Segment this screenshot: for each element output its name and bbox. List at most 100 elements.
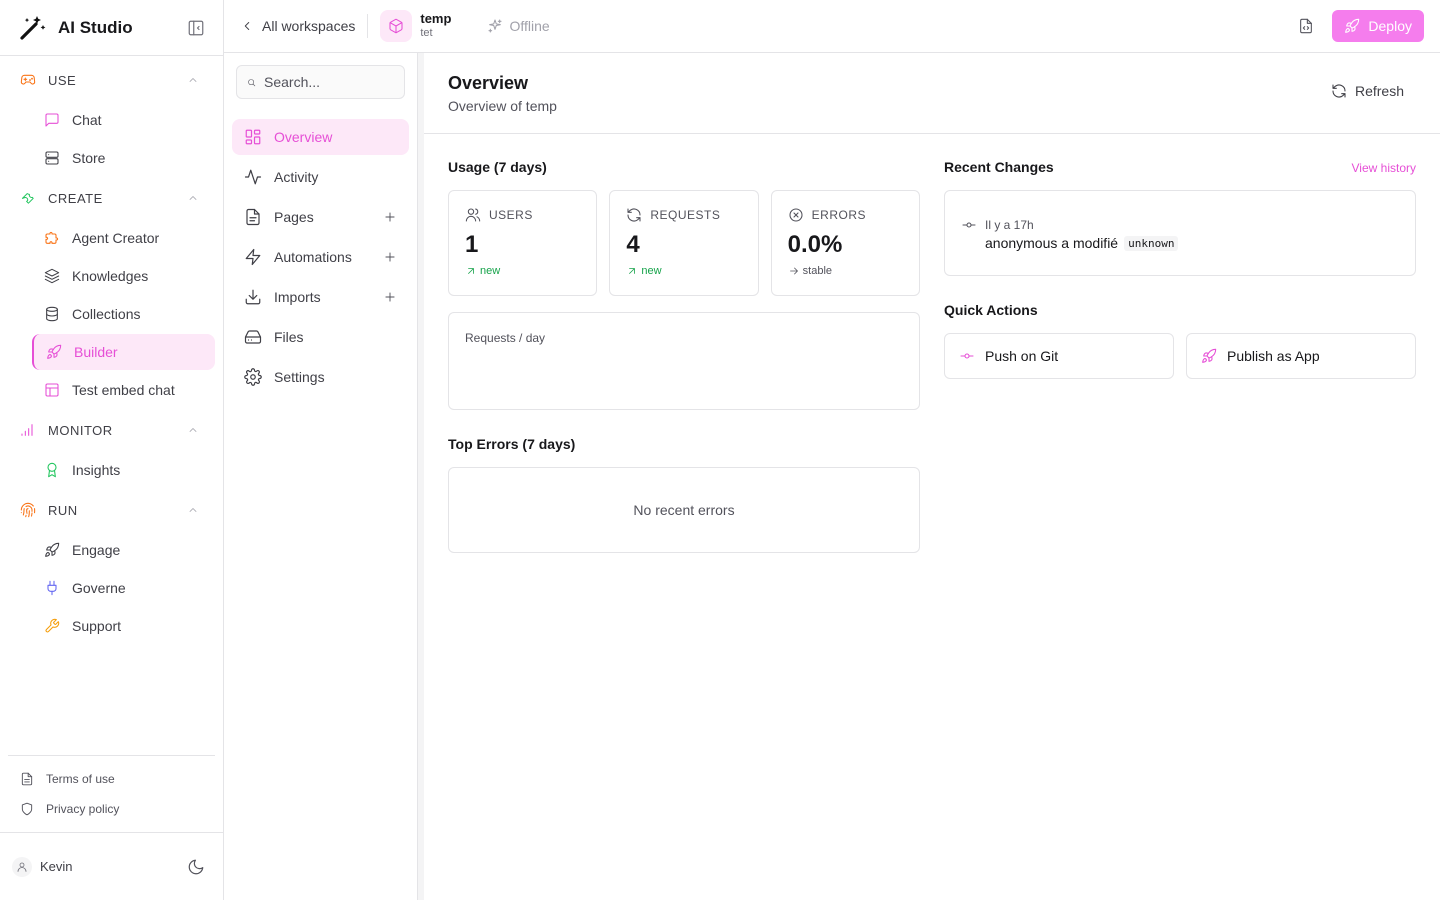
sidebar-item-label: Test embed chat <box>72 382 175 398</box>
user-menu[interactable]: Kevin <box>0 832 223 900</box>
page-header: Overview Overview of temp Refresh <box>424 53 1440 134</box>
chevron-left-icon <box>244 22 250 30</box>
sidebar-nav: USE Chat Store CREATE Agent Creator Know… <box>0 56 223 644</box>
box-icon <box>389 18 403 34</box>
requests-per-day-chart: Requests / day <box>448 312 920 410</box>
status-label: Offline <box>509 18 550 34</box>
section-use[interactable]: USE <box>0 60 223 100</box>
change-author: anonymous <box>985 235 1058 251</box>
publish-as-app-button[interactable]: Publish as App <box>1186 333 1416 379</box>
sidebar-item-label: Collections <box>72 306 141 322</box>
workspace-icon-box <box>380 10 413 42</box>
sidebar-item-chat[interactable]: Chat <box>32 102 215 138</box>
search-box[interactable] <box>236 65 405 99</box>
section-label: MONITOR <box>48 422 113 438</box>
section-label: RUN <box>48 502 78 518</box>
subnav-label: Settings <box>274 369 325 385</box>
stats-row: USERS 1 new REQUESTS 4 new ERRORS 0.0% s… <box>448 190 920 296</box>
change-time: Il y a 17h <box>985 218 1034 232</box>
subnav-item-automations[interactable]: Automations <box>232 239 409 275</box>
search-input[interactable] <box>264 74 394 90</box>
stat-card-errors: ERRORS 0.0% stable <box>770 190 920 296</box>
resize-handle[interactable] <box>417 53 424 900</box>
page-subtitle: Overview of temp <box>448 98 557 114</box>
arrow-up-right-icon <box>629 268 636 274</box>
sidebar-item-collections[interactable]: Collections <box>32 296 215 332</box>
top-errors-card: No recent errors <box>448 467 920 553</box>
layout-icon <box>45 383 59 397</box>
stat-value: 1 <box>465 231 479 258</box>
activity-icon <box>244 169 262 185</box>
sidebar-item-insights[interactable]: Insights <box>32 452 215 488</box>
sidebar-item-engage[interactable]: Engage <box>32 532 215 568</box>
sidebar-item-knowledges[interactable]: Knowledges <box>32 258 215 294</box>
privacy-link[interactable]: Privacy policy <box>8 794 215 824</box>
workspace-subtitle: tet <box>420 27 433 40</box>
file-code-icon <box>1300 18 1313 34</box>
subnav-item-pages[interactable]: Pages <box>232 199 409 235</box>
git-commit-icon <box>962 222 976 228</box>
sidebar-item-support[interactable]: Support <box>32 608 215 644</box>
plus-icon[interactable] <box>383 290 397 304</box>
view-history-link[interactable]: View history <box>1352 161 1416 175</box>
footer-links: Terms of use Privacy policy <box>8 755 215 832</box>
magic-wand-icon <box>20 15 46 40</box>
moon-icon[interactable] <box>187 858 205 876</box>
deploy-label: Deploy <box>1368 18 1412 34</box>
plus-icon[interactable] <box>383 210 397 224</box>
refresh-button[interactable]: Refresh <box>1331 83 1404 99</box>
workspace-name: temp <box>420 11 452 26</box>
sidebar-item-label: Agent Creator <box>72 230 160 246</box>
subnav-item-files[interactable]: Files <box>232 319 409 355</box>
sidebar-collapse-icon[interactable] <box>187 19 205 37</box>
back-to-workspaces-link[interactable]: All workspaces <box>240 18 355 34</box>
section-create[interactable]: CREATE <box>0 178 223 218</box>
plus-icon[interactable] <box>383 250 397 264</box>
page-title: Overview <box>448 73 529 93</box>
avatar <box>12 856 32 877</box>
file-text-icon <box>21 772 33 786</box>
deploy-button[interactable]: Deploy <box>1332 10 1424 42</box>
section-label: USE <box>48 72 77 88</box>
rocket-icon <box>45 542 60 557</box>
section-run[interactable]: RUN <box>0 490 223 530</box>
x-circle-icon <box>789 208 803 222</box>
sidebar-item-test-embed-chat[interactable]: Test embed chat <box>32 372 215 408</box>
sidebar-item-agent-creator[interactable]: Agent Creator <box>32 220 215 256</box>
stat-header: REQUESTS <box>626 207 741 223</box>
back-label: All workspaces <box>262 18 356 34</box>
subnav-item-activity[interactable]: Activity <box>232 159 409 195</box>
sidebar-item-store[interactable]: Store <box>32 140 215 176</box>
quick-action-label: Publish as App <box>1227 348 1320 364</box>
section-monitor[interactable]: MONITOR <box>0 410 223 450</box>
chart-label: Requests / day <box>465 331 546 345</box>
wrench-icon <box>45 618 60 633</box>
stat-value: 0.0% <box>787 231 843 258</box>
main-sidebar: AI Studio USE Chat Store CREATE Agent Cr… <box>0 0 224 900</box>
wrench-icon <box>21 193 34 204</box>
subnav-item-settings[interactable]: Settings <box>232 359 409 395</box>
chevron-up-icon <box>189 428 197 432</box>
stat-header: ERRORS <box>788 207 903 223</box>
stat-value: 4 <box>626 231 640 258</box>
chevron-up-icon <box>189 78 197 82</box>
hard-drive-icon <box>244 330 262 344</box>
subnav-label: Overview <box>274 129 333 145</box>
sidebar-item-label: Knowledges <box>72 268 149 284</box>
subnav-label: Files <box>274 329 304 345</box>
subnav-item-overview[interactable]: Overview <box>232 119 409 155</box>
workspace-info[interactable]: temp tet <box>420 11 451 41</box>
sidebar-footer: Terms of use Privacy policy Kevin <box>0 755 223 900</box>
sidebar-item-label: Insights <box>72 462 121 478</box>
code-file-button[interactable] <box>1292 12 1320 40</box>
subnav-item-imports[interactable]: Imports <box>232 279 409 315</box>
push-on-git-button[interactable]: Push on Git <box>944 333 1174 379</box>
top-bar: All workspaces temp tet Offline Deploy <box>224 0 1440 53</box>
subnav-list: Overview Activity Pages Automations Impo… <box>224 111 417 395</box>
refresh-icon <box>1332 84 1346 98</box>
subnav-label: Automations <box>274 249 352 265</box>
sidebar-item-governe[interactable]: Governe <box>32 570 215 606</box>
privacy-label: Privacy policy <box>46 802 120 816</box>
sidebar-item-builder[interactable]: Builder <box>32 334 215 370</box>
terms-link[interactable]: Terms of use <box>8 764 215 794</box>
